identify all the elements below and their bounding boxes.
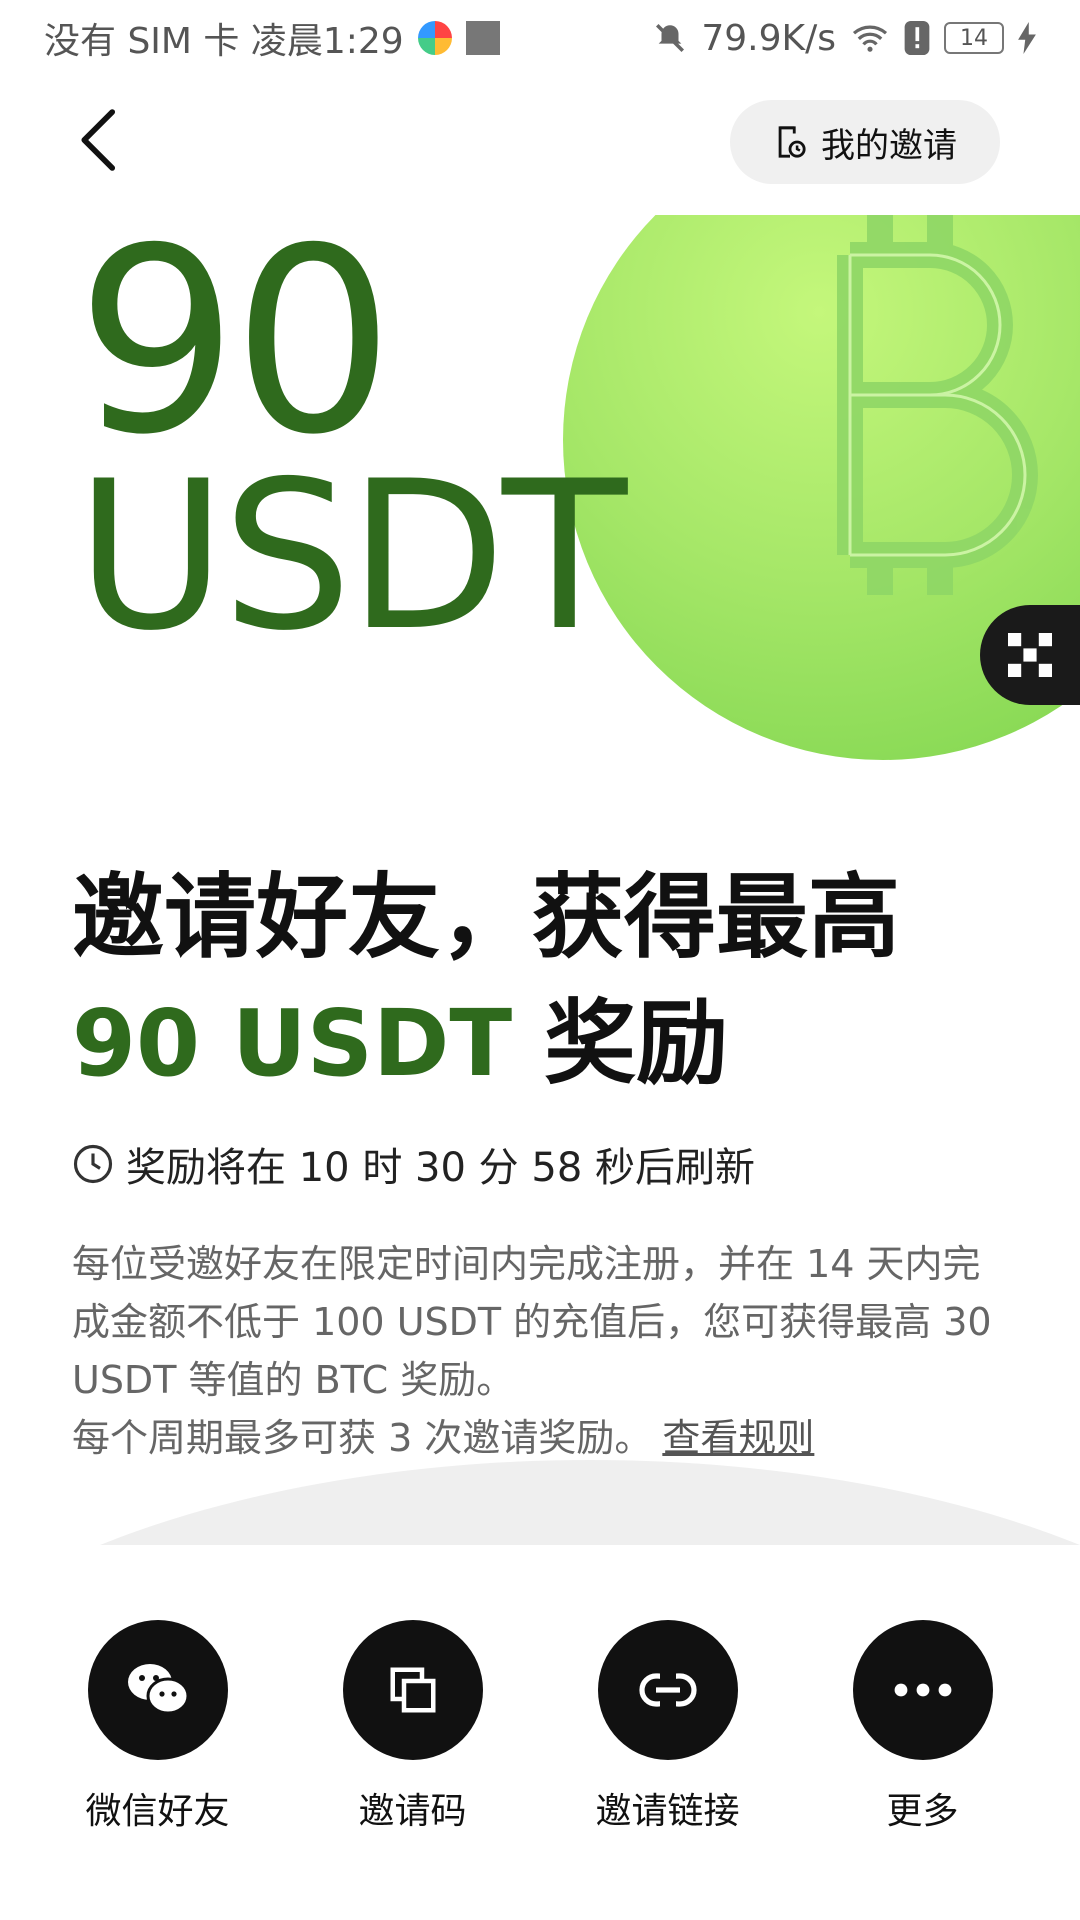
title-amount: 90 USDT bbox=[72, 990, 513, 1097]
wechat-icon bbox=[127, 1664, 189, 1715]
title-suffix: 奖励 bbox=[512, 990, 729, 1097]
share-more[interactable]: 更多 bbox=[823, 1620, 1023, 1834]
countdown-text: 奖励将在 10 时 30 分 58 秒后刷新 bbox=[126, 1145, 755, 1191]
reward-description: 每位受邀好友在限定时间内完成注册，并在 14 天内完成金额不低于 100 USD… bbox=[72, 1235, 1012, 1467]
share-label-more: 更多 bbox=[886, 1791, 959, 1832]
share-options: 微信好友 邀请码 邀请链接 更多 bbox=[0, 1620, 1080, 1834]
carrier-time: 没有 SIM 卡 凌晨1:29 bbox=[44, 21, 404, 62]
more-icon bbox=[894, 1683, 951, 1697]
wechat-button[interactable] bbox=[87, 1620, 228, 1760]
status-left: 没有 SIM 卡 凌晨1:29 bbox=[44, 12, 500, 64]
title-line1: 邀请好友，获得最高 bbox=[72, 864, 901, 971]
hero-unit: USDT bbox=[76, 438, 627, 676]
qr-code-button[interactable] bbox=[980, 605, 1080, 705]
clock-icon bbox=[73, 1144, 113, 1184]
net-speed: 79.9K/s bbox=[701, 17, 836, 59]
my-invites-label: 我的邀请 bbox=[821, 125, 957, 166]
view-rules-link[interactable]: 查看规则 bbox=[662, 1416, 814, 1460]
page-title: 邀请好友，获得最高 90 USDT 奖励 bbox=[72, 855, 1012, 1107]
bitcoin-icon bbox=[837, 215, 1038, 595]
qr-code-icon bbox=[1008, 633, 1052, 677]
share-label-code: 邀请码 bbox=[358, 1791, 467, 1832]
invite-link-button[interactable] bbox=[597, 1620, 738, 1760]
share-invite-code[interactable]: 邀请码 bbox=[313, 1620, 513, 1834]
status-bar: 没有 SIM 卡 凌晨1:29 79.9K/s 14 bbox=[0, 0, 1080, 76]
app-notification-icon bbox=[417, 21, 452, 55]
back-button[interactable] bbox=[70, 105, 130, 175]
battery-indicator: 14 bbox=[944, 22, 1004, 54]
more-button[interactable] bbox=[852, 1620, 993, 1760]
wifi-icon bbox=[852, 25, 888, 52]
description-line2: 每个周期最多可获 3 次邀请奖励。 查看规则 bbox=[72, 1409, 1012, 1467]
my-invites-button[interactable]: 我的邀请 bbox=[730, 100, 1000, 184]
share-label-wechat: 微信好友 bbox=[85, 1791, 230, 1832]
description-text: 每位受邀好友在限定时间内完成注册，并在 14 天内完成金额不低于 100 USD… bbox=[72, 1242, 992, 1402]
mute-bell-icon bbox=[656, 23, 685, 53]
link-icon bbox=[638, 1672, 697, 1708]
copy-icon bbox=[390, 1667, 435, 1713]
status-right: 79.9K/s 14 bbox=[653, 18, 1036, 59]
description-text2: 每个周期最多可获 3 次邀请奖励。 bbox=[72, 1416, 653, 1460]
title-line2: 90 USDT 奖励 bbox=[72, 981, 1012, 1107]
hero-banner: 90 USDT bbox=[0, 215, 1080, 760]
invite-code-button[interactable] bbox=[342, 1620, 483, 1760]
charging-icon bbox=[1018, 22, 1036, 54]
alert-icon bbox=[904, 21, 930, 55]
notification-square-icon bbox=[465, 21, 500, 55]
hero-amount: 90 bbox=[76, 215, 394, 491]
refresh-countdown: 奖励将在 10 时 30 分 58 秒后刷新 bbox=[72, 1135, 755, 1193]
share-invite-link[interactable]: 邀请链接 bbox=[568, 1620, 768, 1834]
share-wechat[interactable]: 微信好友 bbox=[58, 1620, 258, 1834]
history-icon bbox=[778, 126, 806, 158]
background-wave bbox=[40, 1460, 1080, 1545]
share-label-link: 邀请链接 bbox=[595, 1791, 740, 1832]
